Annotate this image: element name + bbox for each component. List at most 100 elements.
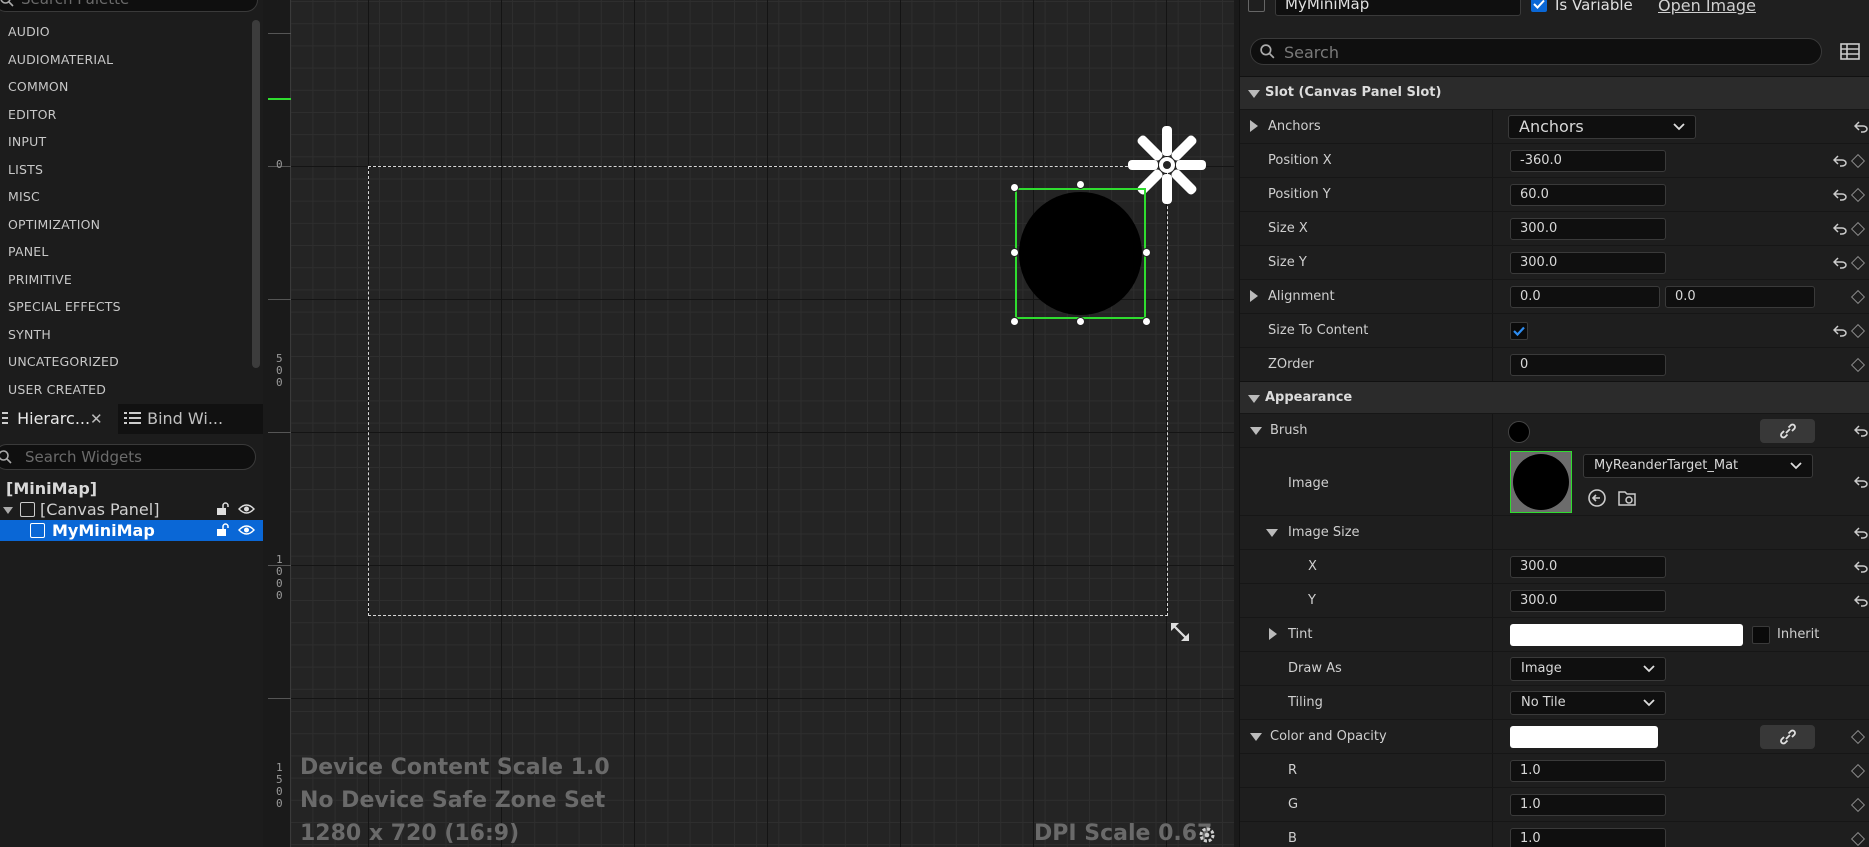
size-y-input[interactable]: 300.0 (1510, 252, 1666, 274)
resize-handle[interactable] (1076, 180, 1085, 189)
resize-handle[interactable] (1076, 317, 1085, 326)
resize-handle[interactable] (1010, 183, 1019, 192)
palette-category-common[interactable]: COMMON (0, 73, 250, 101)
expand-arrow-icon[interactable] (1250, 290, 1258, 302)
keyframe-icon[interactable] (1850, 763, 1866, 779)
eye-icon[interactable] (238, 524, 255, 536)
palette-category-uncategorized[interactable]: UNCATEGORIZED (0, 348, 250, 376)
palette-category-panel[interactable]: PANEL (0, 238, 250, 266)
palette-category-input[interactable]: INPUT (0, 128, 250, 156)
reset-icon[interactable] (1833, 155, 1847, 167)
palette-category-audiomaterial[interactable]: AUDIOMATERIAL (0, 46, 250, 74)
image-thumbnail[interactable] (1510, 451, 1572, 513)
collapse-arrow-icon[interactable] (1250, 427, 1262, 435)
position-y-input[interactable]: 60.0 (1510, 184, 1666, 206)
expand-arrow-icon[interactable] (1250, 120, 1258, 132)
reset-icon[interactable] (1854, 425, 1868, 437)
image-size-y-input[interactable]: 300.0 (1510, 590, 1666, 612)
position-x-input[interactable]: -360.0 (1510, 150, 1666, 172)
r-input[interactable]: 1.0 (1510, 760, 1666, 782)
zorder-input[interactable]: 0 (1510, 354, 1666, 376)
image-asset-dropdown[interactable]: MyReanderTarget_Mat (1583, 454, 1813, 478)
resize-handle[interactable] (1142, 248, 1151, 257)
palette-search-input[interactable]: Search Palette (0, 0, 258, 12)
collapse-arrow-icon[interactable] (1248, 395, 1260, 403)
is-variable-checkbox[interactable] (1531, 0, 1547, 12)
reset-icon[interactable] (1854, 121, 1868, 133)
alignment-x-input[interactable]: 0.0 (1510, 286, 1660, 308)
use-selected-asset-icon[interactable] (1587, 488, 1607, 508)
keyframe-icon[interactable] (1850, 255, 1866, 271)
palette-category-optimization[interactable]: OPTIMIZATION (0, 211, 250, 239)
reset-icon[interactable] (1854, 476, 1868, 488)
palette-category-editor[interactable]: EDITOR (0, 101, 250, 129)
reset-icon[interactable] (1833, 325, 1847, 337)
gear-icon[interactable] (1198, 826, 1216, 844)
table-view-icon[interactable] (1840, 43, 1860, 60)
selection-box[interactable] (1015, 188, 1146, 319)
resize-handle[interactable] (1010, 248, 1019, 257)
palette-category-special-effects[interactable]: SPECIAL EFFECTS (0, 293, 250, 321)
keyframe-icon[interactable] (1850, 153, 1866, 169)
color-opacity-swatch[interactable] (1510, 726, 1658, 748)
color-link-button[interactable] (1760, 725, 1815, 749)
collapse-arrow-icon[interactable] (1250, 733, 1262, 741)
size-x-input[interactable]: 300.0 (1510, 218, 1666, 240)
close-icon[interactable]: ✕ (90, 404, 103, 434)
reset-icon[interactable] (1854, 561, 1868, 573)
tiling-dropdown[interactable]: No Tile (1510, 691, 1666, 715)
open-image-link[interactable]: Open Image (1658, 0, 1756, 15)
section-slot[interactable]: Slot (Canvas Panel Slot) (1240, 76, 1869, 109)
keyframe-icon[interactable] (1850, 831, 1866, 847)
tab-bind-widgets[interactable]: Bind Wi... (124, 404, 254, 434)
browse-asset-icon[interactable] (1617, 488, 1637, 508)
expand-arrow-icon[interactable] (3, 507, 13, 514)
resize-handle[interactable] (1142, 317, 1151, 326)
keyframe-icon[interactable] (1850, 323, 1866, 339)
tree-item-canvas-panel[interactable]: [Canvas Panel] (0, 499, 263, 520)
image-size-x-input[interactable]: 300.0 (1510, 556, 1666, 578)
palette-category-synth[interactable]: SYNTH (0, 321, 250, 349)
draw-as-dropdown[interactable]: Image (1510, 657, 1666, 681)
palette-category-audio[interactable]: AUDIO (0, 18, 250, 46)
keyframe-icon[interactable] (1850, 221, 1866, 237)
tab-hierarchy[interactable]: Hierarc... ✕ (0, 404, 118, 434)
size-to-content-checkbox[interactable] (1510, 322, 1528, 340)
b-input[interactable]: 1.0 (1510, 828, 1666, 847)
widget-search-input[interactable]: Search Widgets (0, 444, 256, 470)
palette-category-user-created[interactable]: USER CREATED (0, 376, 250, 404)
keyframe-icon[interactable] (1850, 187, 1866, 203)
unlock-icon[interactable] (216, 523, 230, 537)
reset-icon[interactable] (1833, 223, 1847, 235)
eye-icon[interactable] (238, 503, 255, 515)
tree-item-myminimap[interactable]: MyMiniMap (0, 520, 263, 541)
collapse-arrow-icon[interactable] (1266, 529, 1278, 537)
designer-viewport[interactable]: 0 5 0 0 1 0 0 0 1 5 0 0 Device Content S… (268, 0, 1234, 847)
keyframe-icon[interactable] (1850, 289, 1866, 305)
tree-item-root[interactable]: [MiniMap] (0, 478, 263, 499)
alignment-y-input[interactable]: 0.0 (1665, 286, 1815, 308)
palette-scrollbar[interactable] (252, 20, 260, 368)
reset-icon[interactable] (1854, 527, 1868, 539)
palette-category-misc[interactable]: MISC (0, 183, 250, 211)
keyframe-icon[interactable] (1850, 729, 1866, 745)
resize-arrows-icon[interactable] (1168, 620, 1192, 644)
reset-icon[interactable] (1833, 257, 1847, 269)
reset-icon[interactable] (1833, 189, 1847, 201)
section-appearance[interactable]: Appearance (1240, 381, 1869, 414)
anchors-dropdown[interactable]: Anchors (1508, 115, 1696, 139)
g-input[interactable]: 1.0 (1510, 794, 1666, 816)
reset-icon[interactable] (1854, 595, 1868, 607)
palette-category-lists[interactable]: LISTS (0, 156, 250, 184)
resize-handle[interactable] (1010, 317, 1019, 326)
keyframe-icon[interactable] (1850, 357, 1866, 373)
details-search-input[interactable]: Search (1250, 38, 1822, 65)
widget-name-input[interactable]: MyMiniMap (1275, 0, 1521, 16)
keyframe-icon[interactable] (1850, 797, 1866, 813)
collapse-arrow-icon[interactable] (1248, 90, 1260, 98)
brush-link-button[interactable] (1760, 419, 1815, 443)
palette-category-primitive[interactable]: PRIMITIVE (0, 266, 250, 294)
unlock-icon[interactable] (216, 502, 230, 516)
expand-arrow-icon[interactable] (1269, 628, 1277, 640)
inherit-checkbox[interactable] (1752, 626, 1770, 644)
